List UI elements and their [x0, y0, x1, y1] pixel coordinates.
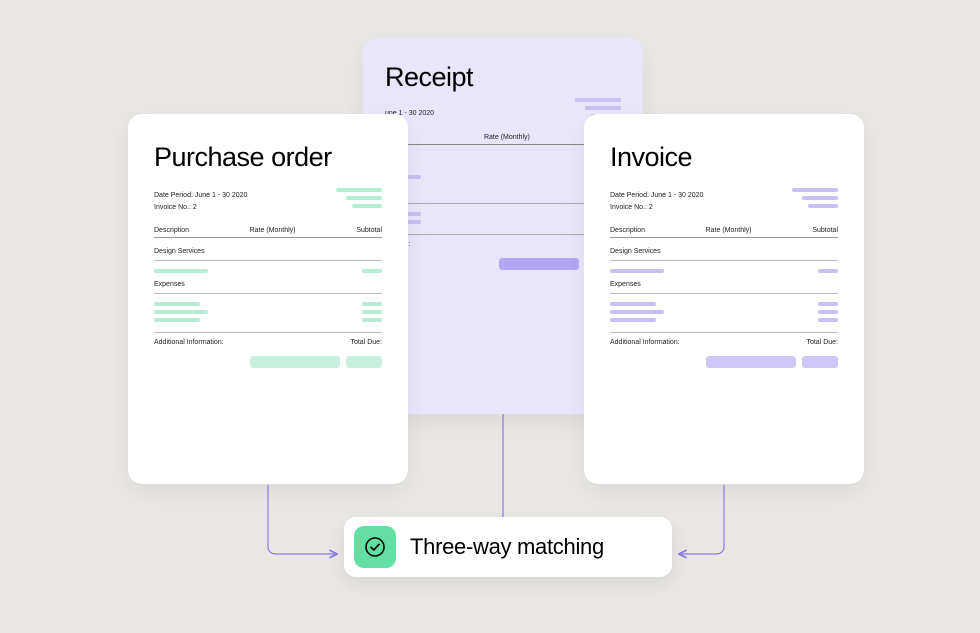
placeholder-bar [346, 196, 382, 200]
placeholder-bar [818, 269, 838, 273]
po-addl-info: Additional Information: [154, 339, 224, 346]
po-section-design: Design Services [154, 248, 382, 261]
po-title: Purchase order [154, 142, 382, 173]
invoice-section-design: Design Services [610, 248, 838, 261]
po-hdr-description: Description [154, 227, 250, 234]
result-label: Three-way matching [410, 534, 604, 560]
placeholder-bar [792, 188, 838, 192]
placeholder-bar [818, 302, 838, 306]
placeholder-bar [154, 310, 208, 314]
placeholder-bar [346, 356, 382, 368]
placeholder-bar [575, 98, 621, 102]
po-hdr-rate: Rate (Monthly) [250, 227, 324, 234]
placeholder-bar [610, 269, 664, 273]
receipt-title: Receipt [385, 62, 621, 93]
placeholder-bar [802, 196, 838, 200]
invoice-addl-info: Additional Information: [610, 339, 680, 346]
placeholder-bar [154, 269, 208, 273]
placeholder-bar [585, 106, 621, 110]
placeholder-bar [706, 356, 796, 368]
placeholder-bar [362, 310, 382, 314]
purchase-order-card: Purchase order Date Period: June 1 - 30 … [128, 114, 408, 484]
check-circle-icon [363, 535, 387, 559]
placeholder-bar [610, 318, 656, 322]
placeholder-bar [802, 356, 838, 368]
invoice-total-due: Total Due: [806, 339, 838, 346]
placeholder-bar [610, 310, 664, 314]
placeholder-bar [818, 318, 838, 322]
invoice-card: Invoice Date Period: June 1 - 30 2020 In… [584, 114, 864, 484]
po-hdr-subtotal: Subtotal [323, 227, 382, 234]
invoice-hdr-rate: Rate (Monthly) [706, 227, 780, 234]
placeholder-bar [818, 310, 838, 314]
invoice-hdr-description: Description [610, 227, 706, 234]
placeholder-bar [154, 302, 200, 306]
placeholder-bar [362, 269, 382, 273]
placeholder-bar [808, 204, 838, 208]
invoice-title: Invoice [610, 142, 838, 173]
placeholder-bar [610, 302, 656, 306]
placeholder-bar [352, 204, 382, 208]
invoice-section-expenses: Expenses [610, 281, 838, 294]
placeholder-bar [250, 356, 340, 368]
three-way-matching-result: Three-way matching [344, 517, 672, 577]
placeholder-bar [362, 302, 382, 306]
placeholder-bar [336, 188, 382, 192]
placeholder-bar [499, 258, 579, 270]
po-section-expenses: Expenses [154, 281, 382, 294]
placeholder-bar [362, 318, 382, 322]
po-total-due: Total Due: [350, 339, 382, 346]
receipt-hdr-rate: Rate (Monthly) [484, 134, 560, 141]
placeholder-bar [154, 318, 200, 322]
check-badge [354, 526, 396, 568]
invoice-hdr-subtotal: Subtotal [779, 227, 838, 234]
